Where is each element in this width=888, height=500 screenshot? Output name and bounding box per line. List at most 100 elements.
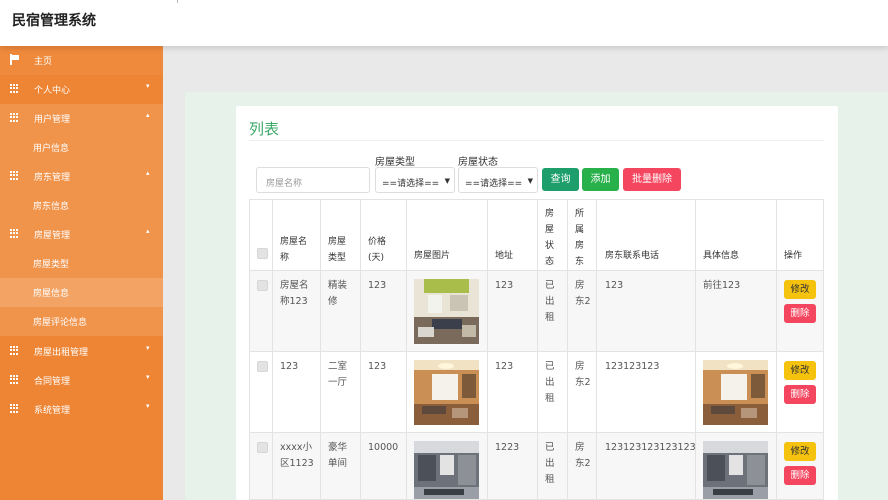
app-title: 民宿管理系统	[12, 13, 96, 29]
edit-button[interactable]: 修改	[784, 442, 816, 461]
grid-icon	[10, 171, 19, 180]
house-type-select-value: ==请选择==	[382, 179, 440, 189]
house-photo	[414, 360, 479, 425]
page-title: 列表	[249, 120, 280, 138]
sidebar-item-label: 系统管理	[34, 406, 71, 416]
edit-button[interactable]: 修改	[784, 280, 816, 299]
select-all-checkbox[interactable]	[257, 248, 268, 259]
sidebar-item-landlord-info[interactable]: 房东信息	[0, 191, 163, 220]
batch-delete-button[interactable]: 批量删除	[623, 168, 681, 191]
house-status-label: 房屋状态	[458, 157, 498, 168]
sidebar-item-system-management[interactable]: 系统管理 ▾	[0, 395, 163, 424]
sidebar-item-label: 用户管理	[34, 115, 71, 125]
cell-address: 123	[495, 280, 514, 291]
header-price: 价格 (天)	[368, 237, 387, 263]
header-owner: 所 属 房 东	[575, 209, 585, 267]
chevron-down-icon: ▼	[444, 177, 450, 185]
chevron-down-icon: ▾	[146, 373, 150, 381]
sidebar-item-label: 房屋信息	[33, 289, 70, 299]
chevron-down-icon: ▾	[146, 344, 150, 352]
cell-price: 123	[368, 280, 387, 291]
header-divider	[177, 0, 187, 3]
house-table: 房屋名 称 房屋 类型 价格 (天) 房屋图片 地址 房 屋 状 态 所 属 房…	[249, 199, 824, 500]
sidebar-item-label: 合同管理	[34, 377, 71, 387]
grid-icon	[10, 404, 19, 413]
house-type-select[interactable]: ==请选择== ▼	[375, 167, 455, 193]
sidebar-item-label: 房屋出租管理	[34, 348, 89, 358]
sidebar-item-house-type[interactable]: 房屋类型	[0, 249, 163, 278]
row-checkbox[interactable]	[257, 361, 268, 372]
chevron-up-icon: ▴	[146, 227, 150, 235]
row-checkbox[interactable]	[257, 280, 268, 291]
table-divider	[360, 200, 361, 499]
table-divider	[320, 200, 321, 499]
cell-status: 已 出 租	[545, 280, 555, 323]
sidebar-item-personal-center[interactable]: 个人中心 ▾	[0, 75, 163, 104]
table-divider	[406, 200, 407, 499]
cell-detail-link[interactable]: 前往123	[703, 278, 740, 294]
chevron-down-icon: ▾	[146, 402, 150, 410]
sidebar-item-label: 房东信息	[33, 202, 70, 212]
delete-button[interactable]: 删除	[784, 385, 816, 404]
sidebar-item-landlord-management[interactable]: 房东管理 ▴	[0, 162, 163, 191]
cell-phone: 123123123	[605, 361, 660, 372]
sidebar-item-user-info[interactable]: 用户信息	[0, 133, 163, 162]
sidebar-item-house-comments[interactable]: 房屋评论信息	[0, 307, 163, 336]
house-type-label: 房屋类型	[375, 157, 415, 168]
add-button[interactable]: 添加	[582, 168, 619, 191]
title-divider	[249, 140, 824, 141]
chevron-up-icon: ▴	[146, 169, 150, 177]
cell-owner: 房 东2	[575, 361, 591, 388]
house-status-select[interactable]: ==请选择== ▼	[458, 167, 538, 193]
table-divider	[596, 200, 597, 499]
cell-phone: 123	[605, 280, 624, 291]
header-status: 房 屋 状 态	[545, 209, 555, 267]
sidebar-item-label: 房屋评论信息	[33, 318, 88, 328]
grid-icon	[10, 84, 19, 93]
cell-name: xxxx小 区1123	[280, 442, 314, 469]
table-divider	[776, 200, 777, 499]
sidebar-item-label: 主页	[34, 57, 53, 67]
sidebar-item-label: 房屋类型	[33, 260, 70, 270]
grid-icon	[10, 113, 19, 122]
house-photo	[414, 441, 479, 499]
top-bar: 民宿管理系统	[0, 0, 888, 46]
sidebar-item-user-management[interactable]: 用户管理 ▴	[0, 104, 163, 133]
grid-icon	[10, 346, 19, 355]
cell-name: 123	[280, 361, 299, 372]
cell-price: 123	[368, 361, 387, 372]
row-checkbox[interactable]	[257, 442, 268, 453]
cell-type: 精装 修	[328, 280, 348, 307]
cell-status: 已 出 租	[545, 361, 555, 404]
sidebar-item-contract-management[interactable]: 合同管理 ▾	[0, 366, 163, 395]
sidebar-item-label: 房东管理	[34, 173, 71, 183]
flag-icon	[10, 54, 20, 65]
chevron-up-icon: ▴	[146, 111, 150, 119]
table-divider	[567, 200, 568, 499]
delete-button[interactable]: 删除	[784, 466, 816, 485]
delete-button[interactable]: 删除	[784, 304, 816, 323]
cell-type: 豪华 单间	[328, 442, 348, 469]
sidebar-item-home[interactable]: 主页	[0, 46, 163, 75]
detail-photo	[703, 360, 768, 425]
detail-photo	[703, 441, 768, 499]
house-photo	[414, 279, 479, 344]
cell-owner: 房 东2	[575, 280, 591, 307]
house-status-select-value: ==请选择==	[465, 179, 523, 189]
house-name-input[interactable]: 房屋名称	[256, 167, 370, 193]
cell-type: 二室 一厅	[328, 361, 348, 388]
sidebar-item-rental-management[interactable]: 房屋出租管理 ▾	[0, 337, 163, 366]
cell-status: 已 出 租	[545, 442, 555, 485]
table-divider	[487, 200, 488, 499]
grid-icon	[10, 229, 19, 238]
edit-button[interactable]: 修改	[784, 361, 816, 380]
sidebar-item-house-management[interactable]: 房屋管理 ▴	[0, 220, 163, 249]
cell-name: 房屋名 称123	[280, 280, 309, 307]
query-button[interactable]: 查询	[542, 168, 579, 191]
sidebar-item-label: 个人中心	[34, 86, 71, 96]
chevron-down-icon: ▼	[527, 177, 533, 185]
sidebar-item-label: 房屋管理	[34, 231, 71, 241]
cell-address: 123	[495, 361, 514, 372]
cell-phone: 123123123123123	[605, 442, 696, 453]
sidebar-item-house-info[interactable]: 房屋信息	[0, 278, 163, 307]
